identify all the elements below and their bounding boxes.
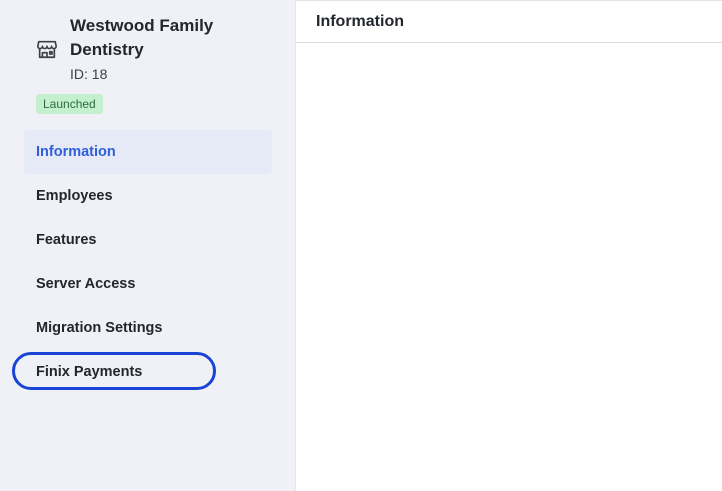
sidebar: Westwood Family Dentistry ID: 18 Launche… bbox=[0, 0, 296, 491]
sidebar-item-finix-payments[interactable]: Finix Payments bbox=[24, 350, 272, 394]
app-window: Westwood Family Dentistry ID: 18 Launche… bbox=[0, 0, 722, 491]
sidebar-item-label: Information bbox=[36, 144, 116, 160]
sidebar-item-label: Features bbox=[36, 232, 97, 248]
sidebar-item-server-access[interactable]: Server Access bbox=[24, 262, 272, 306]
sidebar-item-label: Server Access bbox=[36, 276, 136, 292]
org-name: Westwood Family Dentistry bbox=[70, 16, 214, 59]
sidebar-item-label: Migration Settings bbox=[36, 320, 163, 336]
status-badge: Launched bbox=[36, 94, 103, 114]
page-title: Information bbox=[296, 0, 722, 43]
main-content: Information bbox=[296, 0, 722, 491]
sidebar-item-information[interactable]: Information bbox=[24, 130, 272, 174]
sidebar-item-label: Employees bbox=[36, 188, 113, 204]
sidebar-item-features[interactable]: Features bbox=[24, 218, 272, 262]
storefront-icon bbox=[36, 38, 58, 60]
sidebar-item-label: Finix Payments bbox=[36, 364, 143, 380]
sidebar-item-employees[interactable]: Employees bbox=[24, 174, 272, 218]
org-id: ID: 18 bbox=[70, 66, 108, 82]
sidebar-nav: Information Employees Features Server Ac… bbox=[24, 130, 272, 394]
sidebar-item-migration-settings[interactable]: Migration Settings bbox=[24, 306, 272, 350]
org-text: Westwood Family Dentistry ID: 18 bbox=[70, 14, 230, 83]
org-header: Westwood Family Dentistry ID: 18 bbox=[36, 14, 230, 83]
